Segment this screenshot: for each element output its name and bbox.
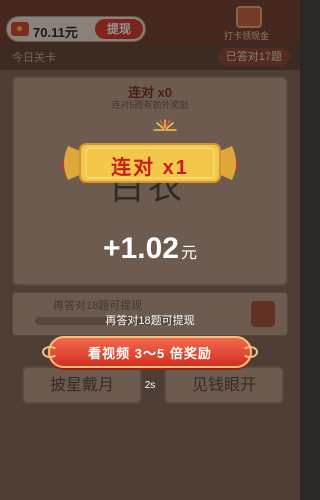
streak-banner: 连对 x1 — [60, 138, 240, 188]
fireworks-icon — [153, 119, 177, 131]
reward-display: +1.02 元 — [0, 232, 300, 266]
countdown-timer: 2s — [144, 380, 156, 391]
watch-video-label[interactable]: 看视频 3～5 倍奖励 — [48, 343, 252, 362]
watch-video-button[interactable]: 看视频 3～5 倍奖励 — [42, 336, 258, 368]
reward-amount: +1.02 — [103, 232, 179, 265]
streak-banner-text: 连对 x1 — [111, 157, 189, 179]
withdraw-hint: 再答对18题可提现 — [105, 315, 195, 327]
reward-unit: 元 — [180, 245, 197, 262]
